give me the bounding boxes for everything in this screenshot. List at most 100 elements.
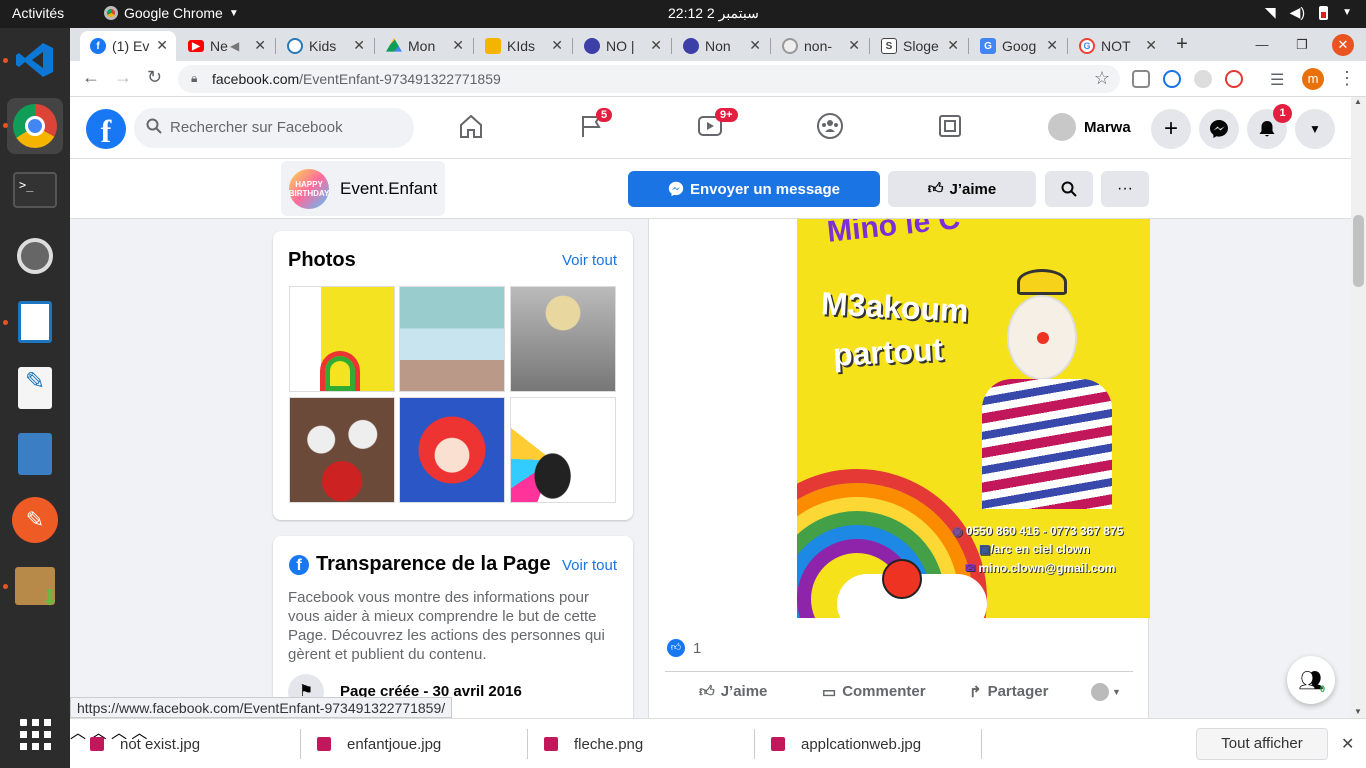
tab-google-translate[interactable]: G Goog ✕ [970,31,1066,61]
system-tray[interactable]: ◥ ◀) ▼ [1265,4,1352,21]
post-comment-button[interactable]: ▭ Commenter [822,683,926,701]
groups-icon[interactable] [814,112,846,144]
archive-icon[interactable]: ⬇ [11,562,59,610]
close-icon[interactable]: ✕ [650,37,662,54]
extension-icon[interactable] [1132,70,1150,88]
close-downloads-icon[interactable]: ✕ [1341,734,1354,754]
clock[interactable]: 22:12 2 سبتمبر [668,5,759,22]
scroll-thumb[interactable] [1353,215,1364,287]
bookmark-star-icon[interactable]: ☆ [1094,68,1110,89]
contacts-badge: 0 [1319,684,1325,694]
tab-drive[interactable]: Mon ✕ [376,31,472,61]
activities-button[interactable]: Activités [12,5,64,21]
photo-thumbnail[interactable] [399,397,505,503]
reading-list-icon[interactable]: ☰ [1270,70,1288,89]
close-icon[interactable]: ✕ [254,37,266,54]
photo-thumbnail[interactable] [289,397,395,503]
reaction-avatar-selector[interactable]: ▼ [1091,683,1121,701]
scroll-up-arrow[interactable]: ▲ [1354,97,1362,106]
download-item[interactable]: not exist.jpg [90,719,290,768]
back-button[interactable]: ← [82,67,100,88]
account-menu-button[interactable]: ▼ [1295,109,1335,149]
tab-non[interactable]: Non ✕ [673,31,769,61]
slides-icon [485,38,501,54]
send-message-button[interactable]: Envoyer un message [628,171,880,207]
home-icon[interactable] [455,112,487,144]
libreoffice-impress-icon[interactable] [11,298,59,346]
download-item[interactable]: fleche.png [544,719,744,768]
tab-youtube[interactable]: ▶ Ne ◀ ✕ [178,31,274,61]
tab-no[interactable]: NO | ✕ [574,31,670,61]
extension-icon[interactable] [1194,70,1212,88]
text-editor-icon[interactable]: ✎ [11,364,59,412]
drive-icon [386,38,402,52]
tab-kids[interactable]: Kids ✕ [277,31,373,61]
reload-button[interactable]: ↻ [147,67,162,88]
maximize-button[interactable]: ❐ [1290,28,1314,61]
image-viewer-icon[interactable] [11,232,59,280]
new-tab-button[interactable]: + [1170,28,1194,61]
close-icon[interactable]: ✕ [848,37,860,54]
tab-slides[interactable]: KIds ✕ [475,31,571,61]
files-icon[interactable] [11,430,59,478]
tab-slogan[interactable]: S Sloge ✕ [871,31,967,61]
photos-see-all-link[interactable]: Voir tout [562,252,617,269]
forward-button[interactable]: → [114,67,132,88]
reaction-summary[interactable]: 👍︎ 1 [667,639,701,657]
post-share-button[interactable]: ↱ Partager [969,683,1048,701]
chrome-icon[interactable] [7,98,63,154]
chrome-icon [104,6,118,20]
facebook-logo-icon[interactable]: f [86,109,126,149]
close-icon[interactable]: ✕ [551,37,563,54]
close-icon[interactable]: ✕ [749,37,761,54]
search-input[interactable]: Rechercher sur Facebook [134,108,414,148]
apps-grid-icon[interactable] [11,710,59,758]
app-menu[interactable]: Google Chrome ▼ [104,5,239,21]
photo-thumbnail[interactable] [289,286,395,392]
extension-icon[interactable] [1225,70,1243,88]
url-bar[interactable]: 🔒︎ facebook.com/EventEnfant-973491322771… [178,65,1120,93]
photo-thumbnail[interactable] [510,286,616,392]
close-icon[interactable]: ✕ [452,37,464,54]
more-options-button[interactable]: ··· [1101,171,1149,207]
gaming-icon[interactable] [934,112,966,144]
page-identity[interactable]: HAPPY BIRTHDAY Event.Enfant [281,161,445,216]
minimize-button[interactable]: — [1250,28,1274,61]
close-icon[interactable]: ✕ [156,37,168,54]
page-scrollbar[interactable]: ▲ ▼ [1351,97,1366,718]
close-icon[interactable]: ✕ [1145,37,1157,54]
photo-thumbnail[interactable] [399,286,505,392]
vscode-icon[interactable] [11,36,59,84]
scroll-down-arrow[interactable]: ▼ [1354,707,1362,716]
postman-icon[interactable]: ✎ [11,496,59,544]
close-icon[interactable]: ✕ [1046,37,1058,54]
tab-non-2[interactable]: non- ✕ [772,31,868,61]
profile-avatar[interactable]: m [1302,68,1324,90]
mute-icon[interactable]: ◀ [230,39,239,53]
tab-not[interactable]: G NOT ✕ [1069,31,1165,61]
tab-facebook[interactable]: f (1) Ev ✕ [80,31,176,61]
messenger-button[interactable] [1199,109,1239,149]
transparency-see-all-link[interactable]: Voir tout [562,557,617,574]
image-file-icon [90,737,104,751]
close-window-button[interactable]: ✕ [1332,34,1354,56]
create-button[interactable]: + [1151,109,1191,149]
like-page-button[interactable]: 👍︎ J’aime [888,171,1036,207]
menu-icon[interactable]: ⋮ [1338,68,1356,89]
terminal-icon[interactable]: >_ [11,166,59,214]
more-icon: ··· [1117,180,1133,197]
download-item[interactable]: enfantjoue.jpg [317,719,517,768]
show-all-downloads-button[interactable]: Tout afficher [1196,728,1328,760]
new-message-button[interactable]: 👥︎ 0 [1287,656,1335,704]
download-item[interactable]: applcationweb.jpg [771,719,971,768]
chevron-up-icon[interactable]: ︿ [70,725,86,742]
close-icon[interactable]: ✕ [353,37,365,54]
photo-thumbnail[interactable] [510,397,616,503]
post-like-button[interactable]: 👍︎ J’aime [699,683,767,701]
clown-figure [962,269,1127,509]
react-devtools-icon[interactable] [1163,70,1181,88]
post-image[interactable]: Mino le C M3akoum partout ◉ 0550 860 416… [797,219,1150,618]
profile-link[interactable]: Marwa [1048,113,1131,141]
page-search-button[interactable] [1045,171,1093,207]
close-icon[interactable]: ✕ [947,37,959,54]
